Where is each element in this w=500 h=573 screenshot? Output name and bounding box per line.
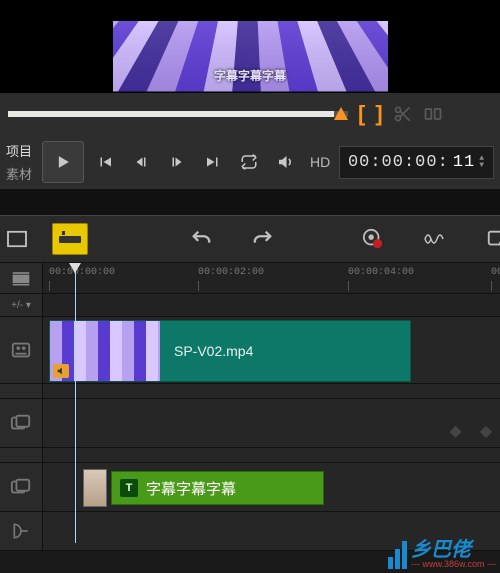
hd-label[interactable]: HD (310, 154, 330, 170)
timeline-playhead[interactable] (75, 263, 76, 543)
preview-frame[interactable]: 字幕字幕字幕 (113, 0, 388, 92)
track-header-icon[interactable] (0, 263, 43, 293)
scrub-bar: [ ] (0, 92, 500, 135)
video-track-header[interactable] (0, 317, 43, 383)
speaker-icon (53, 364, 69, 378)
video-clip-label: SP-V02.mp4 (160, 343, 410, 359)
watermark: 乡巴佬 --- www.386w.com --- (388, 540, 496, 569)
ruler-tick: 00 (491, 267, 500, 278)
zoom-control[interactable]: +/- ▾ (0, 294, 43, 316)
play-button[interactable] (42, 141, 84, 183)
volume-button[interactable] (270, 147, 300, 177)
record-button[interactable] (356, 224, 390, 254)
title-clip-thumb[interactable] (83, 469, 107, 507)
overlay-track-header[interactable] (0, 399, 43, 447)
title-badge: T (120, 479, 138, 497)
timeline-toolbar (0, 215, 500, 263)
redo-button[interactable] (246, 224, 280, 254)
transport-bar: 项目 素材 HD 00:00:00:11 ▲▼ (0, 135, 500, 189)
mode-labels[interactable]: 项目 素材 (6, 141, 36, 183)
timecode-display[interactable]: 00:00:00:11 ▲▼ (339, 146, 494, 179)
watermark-text: 乡巴佬 (411, 540, 471, 560)
mode-clip-label[interactable]: 素材 (6, 164, 32, 183)
watermark-url: --- www.386w.com --- (411, 560, 496, 569)
timecode-frames: 11 (453, 153, 475, 172)
prev-frame-button[interactable] (126, 147, 156, 177)
timeline-view-button[interactable] (52, 223, 88, 255)
timeline-ruler[interactable]: 00:00:00:00 00:00:02:00 00:00:04:00 00 (43, 263, 500, 293)
title-clip[interactable]: T 字幕字幕字幕 (111, 471, 324, 505)
scrub-playhead[interactable] (334, 107, 348, 120)
storyboard-view-button[interactable] (0, 224, 34, 254)
audio-mixer-button[interactable] (418, 224, 452, 254)
video-clip[interactable]: SP-V02.mp4 (49, 320, 411, 382)
split-icon[interactable] (423, 104, 443, 124)
scrub-track[interactable] (8, 111, 348, 117)
ruler-tick: 00:00:00:00 (49, 267, 115, 278)
auto-music-button[interactable] (480, 224, 500, 254)
preview-overlay-text: 字幕字幕字幕 (113, 67, 388, 84)
clip-thumbnail (50, 321, 160, 381)
lane-marker-icon: ◆ (480, 421, 492, 441)
ruler-tick: 00:00:02:00 (198, 267, 264, 278)
title-track-header[interactable] (0, 463, 43, 511)
preview-panel: 字幕字幕字幕 (0, 0, 500, 92)
loop-button[interactable] (234, 147, 264, 177)
title-clip-text: 字幕字幕字幕 (146, 478, 236, 499)
ruler-tick: 00:00:04:00 (348, 267, 414, 278)
mark-out-button[interactable]: ] (375, 101, 382, 127)
overlay-lane[interactable]: ◆ ◆ (43, 399, 500, 447)
timeline-ruler-row: 00:00:00:00 00:00:02:00 00:00:04:00 00 (0, 263, 500, 294)
timecode-stepper[interactable]: ▲▼ (479, 155, 485, 169)
cut-icon[interactable] (393, 104, 413, 124)
lane-marker-icon: ◆ (449, 421, 461, 441)
timecode-main: 00:00:00: (348, 153, 449, 172)
next-frame-button[interactable] (162, 147, 192, 177)
mark-in-button[interactable]: [ (358, 101, 365, 127)
go-start-button[interactable] (90, 147, 120, 177)
go-end-button[interactable] (198, 147, 228, 177)
voice-track-header[interactable] (0, 512, 43, 550)
undo-button[interactable] (184, 224, 218, 254)
mode-project-label[interactable]: 项目 (6, 141, 32, 160)
